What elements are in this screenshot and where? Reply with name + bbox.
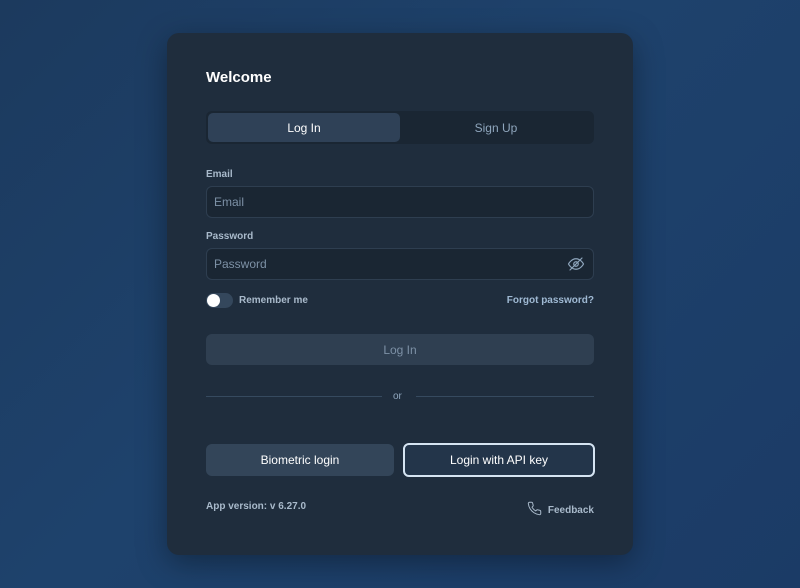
eye-slash-icon[interactable] [567, 255, 585, 273]
remember-me-label: Remember me [239, 295, 308, 306]
api-key-login-button[interactable]: Login with API key [403, 443, 595, 477]
remember-me-toggle[interactable] [206, 293, 233, 308]
app-version: App version: v 6.27.0 [206, 501, 307, 512]
divider-left [206, 396, 382, 397]
forgot-password-link[interactable]: Forgot password? [507, 295, 594, 306]
password-label: Password [206, 231, 254, 242]
divider-right [416, 396, 594, 397]
email-label: Email [206, 169, 233, 180]
login-card: Welcome Log In Sign Up Email Password Re… [167, 33, 633, 555]
tab-sign-up[interactable]: Sign Up [400, 113, 592, 142]
feedback-link[interactable]: Feedback [527, 501, 594, 519]
tab-log-in[interactable]: Log In [208, 113, 400, 142]
page-title: Welcome [206, 69, 272, 86]
biometric-login-button[interactable]: Biometric login [206, 444, 394, 476]
divider-label: or [393, 391, 402, 402]
password-field[interactable] [206, 248, 594, 280]
log-in-button[interactable]: Log In [206, 334, 594, 365]
auth-tabs: Log In Sign Up [206, 111, 594, 144]
email-field[interactable] [206, 186, 594, 218]
feedback-label: Feedback [547, 504, 594, 516]
toggle-knob [207, 294, 220, 307]
phone-icon [527, 501, 542, 519]
